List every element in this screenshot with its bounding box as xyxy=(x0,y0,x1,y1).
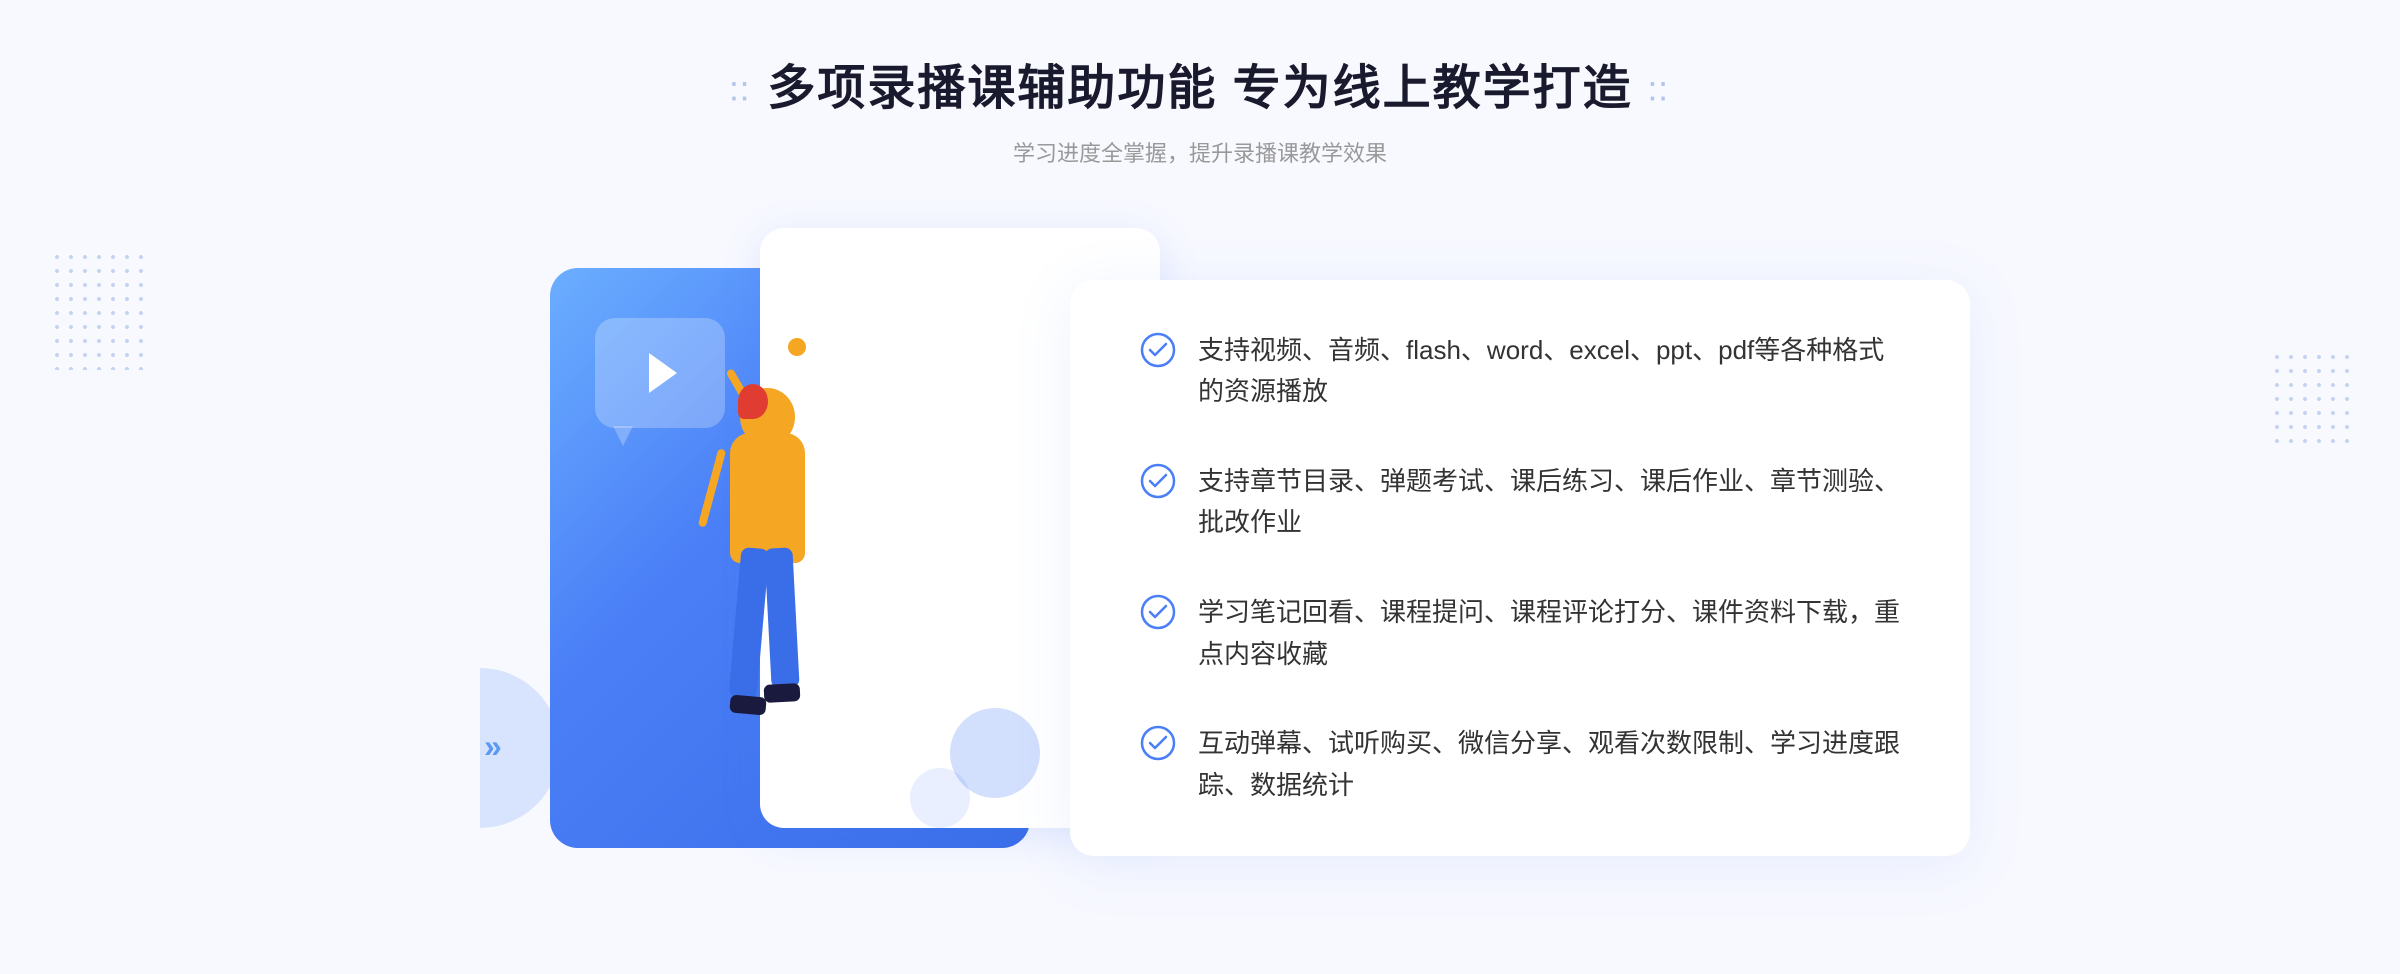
char-body xyxy=(730,433,805,563)
subtitle: 学习进度全掌握，提升录播课教学效果 xyxy=(730,136,1670,168)
page-container: ⁚⁚ 多项录播课辅助功能 专为线上教学打造 ⁚⁚ 学习进度全掌握，提升录播课教学… xyxy=(0,0,2400,974)
char-shoe-right xyxy=(764,683,801,703)
illustration-container: » xyxy=(430,228,1130,908)
check-icon-2 xyxy=(1140,463,1176,499)
character-illustration xyxy=(630,328,890,848)
char-leg-left xyxy=(729,547,770,699)
feature-text-1: 支持视频、音频、flash、word、excel、ppt、pdf等各种格式的资源… xyxy=(1198,330,1900,413)
check-icon-4 xyxy=(1140,725,1176,761)
header-section: ⁚⁚ 多项录播课辅助功能 专为线上教学打造 ⁚⁚ 学习进度全掌握，提升录播课教学… xyxy=(730,0,1670,168)
feature-item-1: 支持视频、音频、flash、word、excel、ppt、pdf等各种格式的资源… xyxy=(1140,330,1900,413)
feature-item-4: 互动弹幕、试听购买、微信分享、观看次数限制、学习进度跟踪、数据统计 xyxy=(1140,723,1900,806)
deco-circle-light xyxy=(910,768,970,828)
char-shoe-left xyxy=(729,694,766,715)
char-legs xyxy=(730,548,805,708)
main-content: » 支持视频、音频、flash、word、excel、ppt、pdf等各种格式的… xyxy=(0,228,2400,908)
char-hand xyxy=(788,338,806,356)
feature-text-2: 支持章节目录、弹题考试、课后练习、课后作业、章节测验、批改作业 xyxy=(1198,461,1900,544)
feature-text-4: 互动弹幕、试听购买、微信分享、观看次数限制、学习进度跟踪、数据统计 xyxy=(1198,723,1900,806)
header-deco-left: ⁚⁚ xyxy=(730,78,751,107)
check-icon-1 xyxy=(1140,332,1176,368)
header-deco-right: ⁚⁚ xyxy=(1649,78,1670,107)
check-icon-3 xyxy=(1140,594,1176,630)
char-hair xyxy=(738,384,768,419)
feature-item-2: 支持章节目录、弹题考试、课后练习、课后作业、章节测验、批改作业 xyxy=(1140,461,1900,544)
features-panel: 支持视频、音频、flash、word、excel、ppt、pdf等各种格式的资源… xyxy=(1070,280,1970,857)
char-leg-right xyxy=(764,547,799,688)
feature-text-3: 学习笔记回看、课程提问、课程评论打分、课件资料下载，重点内容收藏 xyxy=(1198,592,1900,675)
main-title: 多项录播课辅助功能 专为线上教学打造 xyxy=(767,48,1632,118)
left-arrows: » xyxy=(484,728,502,765)
char-arm-down xyxy=(698,448,726,527)
feature-item-3: 学习笔记回看、课程提问、课程评论打分、课件资料下载，重点内容收藏 xyxy=(1140,592,1900,675)
